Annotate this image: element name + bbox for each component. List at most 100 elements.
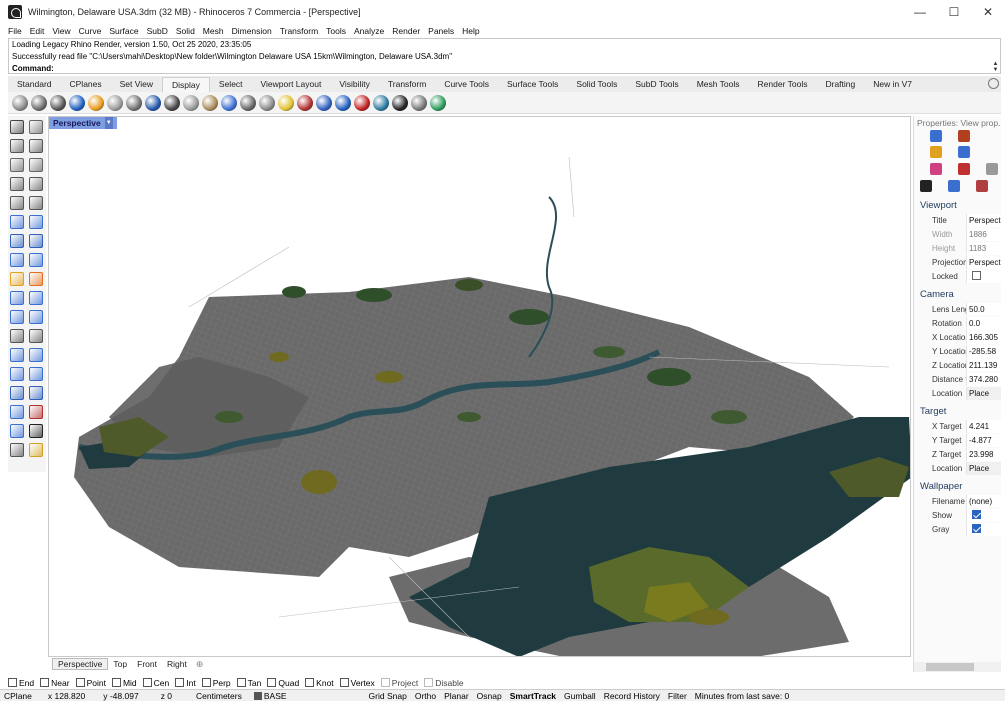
planar-toggle[interactable]: Planar <box>440 691 473 701</box>
box-icon[interactable] <box>411 94 427 111</box>
osnap-toggle[interactable]: Osnap <box>473 691 506 701</box>
env-map-icon[interactable] <box>259 94 275 111</box>
move-icon[interactable] <box>10 367 24 381</box>
property-checkbox[interactable] <box>972 523 981 533</box>
capture-icon[interactable] <box>392 94 408 111</box>
menu-transform[interactable]: Transform <box>276 26 322 36</box>
text-icon[interactable] <box>10 348 24 362</box>
osnap-mid[interactable]: Mid <box>111 678 137 688</box>
tab-drafting[interactable]: Drafting <box>816 77 864 92</box>
osnap-checkbox[interactable] <box>75 678 85 687</box>
scroll-down-icon[interactable]: ▼ <box>991 67 1000 73</box>
filter-toggle[interactable]: Filter <box>664 691 691 701</box>
tab-surface-tools[interactable]: Surface Tools <box>498 77 567 92</box>
copy-icon[interactable] <box>29 367 43 381</box>
frame-icon[interactable] <box>976 179 988 192</box>
xray-icon[interactable] <box>88 94 104 111</box>
extrude-icon[interactable] <box>29 215 43 229</box>
tab-standard[interactable]: Standard <box>8 77 61 92</box>
property-value-field[interactable]: Perspective <box>966 213 1001 227</box>
history-icon[interactable] <box>29 405 43 419</box>
tab-mesh-tools[interactable]: Mesh Tools <box>688 77 749 92</box>
property-value-field[interactable]: 50.0 <box>966 302 1001 316</box>
osnap-checkbox[interactable] <box>8 678 17 687</box>
point-icon[interactable] <box>29 120 43 134</box>
ghosted-icon[interactable] <box>69 94 85 111</box>
tab-subd-tools[interactable]: SubD Tools <box>626 77 687 92</box>
osnap-checkbox[interactable] <box>424 678 434 687</box>
zebra-icon[interactable] <box>240 94 256 111</box>
rendered-icon[interactable] <box>50 94 66 111</box>
layer-panel-icon[interactable] <box>10 424 24 438</box>
menu-curve[interactable]: Curve <box>75 26 106 36</box>
explode-icon[interactable] <box>10 272 24 286</box>
fillet-curve-icon[interactable] <box>29 196 43 210</box>
menu-tools[interactable]: Tools <box>322 26 350 36</box>
menu-mesh[interactable]: Mesh <box>199 26 228 36</box>
viewport-tab-perspective[interactable]: Perspective <box>52 658 109 670</box>
raytraced-icon[interactable] <box>183 94 199 111</box>
osnap-disable[interactable]: Disable <box>424 678 464 688</box>
osnap-checkbox[interactable] <box>267 678 277 687</box>
render-preview-icon[interactable] <box>29 443 43 457</box>
material-icon[interactable] <box>930 130 942 142</box>
tab-render-tools[interactable]: Render Tools <box>749 77 817 92</box>
section-icon[interactable] <box>316 94 332 111</box>
split-icon[interactable] <box>29 291 43 305</box>
viewport-label[interactable]: Perspective ▼ <box>49 117 117 129</box>
cylinder-icon[interactable] <box>10 253 24 267</box>
plane-surface-icon[interactable] <box>10 215 24 229</box>
arc-icon[interactable] <box>10 177 24 191</box>
property-value-field[interactable]: 211.139 <box>966 358 1001 372</box>
ortho-toggle[interactable]: Ortho <box>411 691 440 701</box>
maximize-button[interactable]: ☐ <box>937 0 971 24</box>
viewport-tab-front[interactable]: Front <box>132 659 162 669</box>
tab-select[interactable]: Select <box>210 77 252 92</box>
menu-render[interactable]: Render <box>388 26 424 36</box>
expand-icon[interactable] <box>986 162 998 175</box>
property-value-field[interactable]: 0.0 <box>966 316 1001 330</box>
tab-curve-tools[interactable]: Curve Tools <box>435 77 498 92</box>
analyze-icon[interactable] <box>10 443 24 457</box>
tab-viewport-layout[interactable]: Viewport Layout <box>252 77 331 92</box>
property-value-field[interactable]: -4.877 <box>966 433 1001 447</box>
close-button[interactable]: ✕ <box>971 0 1005 24</box>
osnap-checkbox[interactable] <box>201 678 211 687</box>
menu-help[interactable]: Help <box>458 26 483 36</box>
tab-solid-tools[interactable]: Solid Tools <box>567 77 626 92</box>
property-value-field[interactable]: Perspective <box>966 255 1001 269</box>
osnap-checkbox[interactable] <box>40 678 50 687</box>
property-value-field[interactable]: (none) <box>966 494 1001 508</box>
paint-bucket-icon[interactable] <box>958 162 970 175</box>
osnap-point[interactable]: Point <box>75 678 106 688</box>
group-icon[interactable] <box>10 310 24 324</box>
place-button[interactable]: Place <box>966 386 1001 400</box>
monochrome-icon[interactable] <box>164 94 180 111</box>
viewport-tab-top[interactable]: Top <box>108 659 132 669</box>
osnap-checkbox[interactable] <box>175 678 185 687</box>
minimize-button[interactable]: — <box>903 0 937 24</box>
osnap-checkbox[interactable] <box>236 678 246 687</box>
gumball-toggle[interactable]: Gumball <box>560 691 600 701</box>
boolean-icon[interactable] <box>10 386 24 400</box>
osnap-perp[interactable]: Perp <box>201 678 231 688</box>
tab-visibility[interactable]: Visibility <box>330 77 379 92</box>
smarttrack-toggle[interactable]: SmartTrack <box>506 691 560 701</box>
osnap-project[interactable]: Project <box>380 678 418 688</box>
clipping-icon[interactable] <box>297 94 313 111</box>
light-icon[interactable] <box>278 94 294 111</box>
circle-icon[interactable] <box>10 158 24 172</box>
property-value-field[interactable]: 374.280 <box>966 372 1001 386</box>
osnap-near[interactable]: Near <box>40 678 70 688</box>
color-wheel-icon[interactable] <box>930 162 942 175</box>
gear-icon[interactable] <box>988 78 999 89</box>
record-history-toggle[interactable]: Record History <box>600 691 664 701</box>
circle-3pt-icon[interactable] <box>29 158 43 172</box>
offset-curve-icon[interactable] <box>10 329 24 343</box>
osnap-int[interactable]: Int <box>175 678 196 688</box>
current-layer[interactable]: BASE <box>250 691 291 701</box>
perspective-viewport[interactable]: Perspective ▼ <box>48 116 911 657</box>
tab-set-view[interactable]: Set View <box>111 77 162 92</box>
cplane-indicator[interactable]: CPlane <box>0 691 36 701</box>
technical-icon[interactable] <box>107 94 123 111</box>
